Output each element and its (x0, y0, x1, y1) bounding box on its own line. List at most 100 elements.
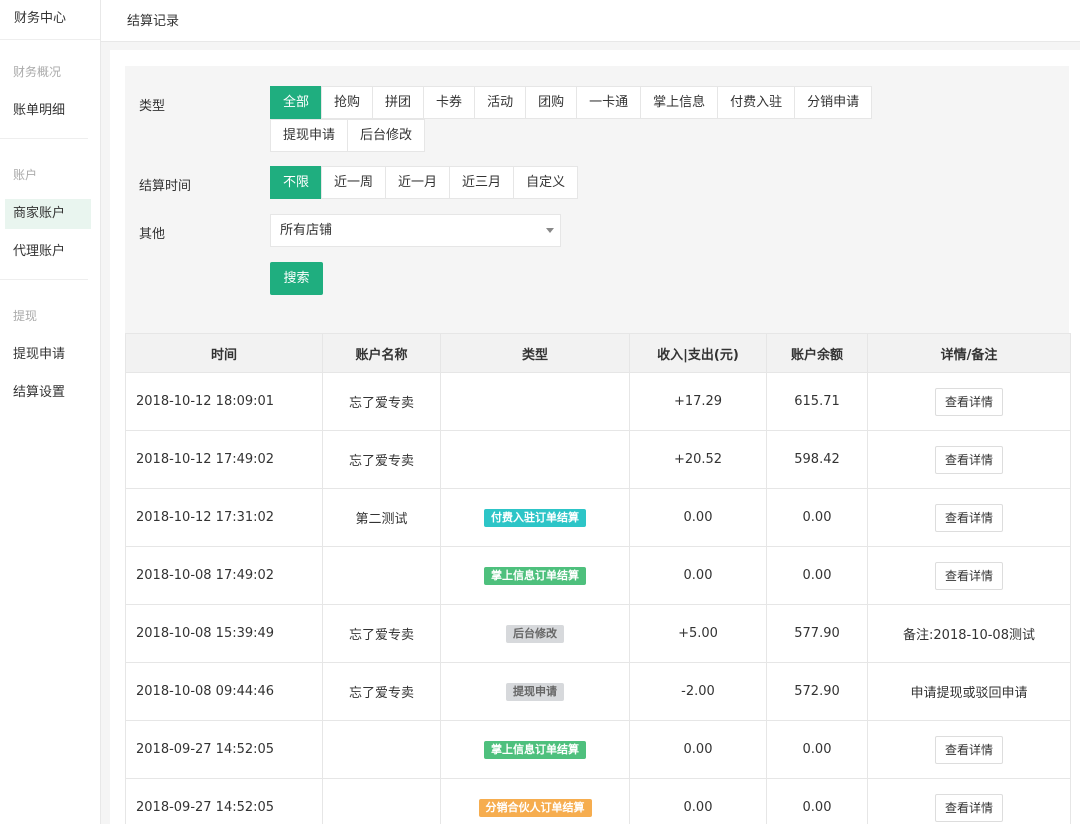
cell-balance: 0.00 (766, 488, 868, 547)
cell-time: 2018-10-08 15:39:49 (125, 604, 323, 663)
cell-balance: 615.71 (766, 372, 868, 431)
column-header-balance: 账户余额 (766, 333, 868, 373)
sidebar-divider (0, 279, 88, 280)
time-filter-label: 结算时间 (139, 179, 192, 194)
view-detail-button[interactable]: 查看详情 (934, 561, 1003, 590)
type-badge: 掌上信息订单结算 (484, 740, 586, 759)
table-row: 2018-10-12 17:31:02 第二测试 付费入驻订单结算 0.00 0.00 查… (125, 488, 1071, 547)
cell-time: 2018-10-12 17:31:02 (125, 488, 323, 547)
sidebar-item[interactable]: 商家账户 (5, 199, 91, 229)
sidebar-divider (0, 138, 88, 139)
sidebar-item[interactable]: 账单明细 (5, 96, 91, 126)
type-option-button[interactable]: 全部 (270, 86, 323, 119)
page-header: 结算记录 (101, 0, 1080, 42)
type-filter-options: 全部 抢购 拼团 卡券 活动 团购 一卡通 掌上信息 付费入驻 分销申请提现申请 后台修改 (270, 86, 890, 152)
cell-amount: +5.00 (629, 604, 767, 663)
cell-account (322, 720, 441, 779)
view-detail-button[interactable]: 查看详情 (934, 793, 1003, 822)
cell-detail: 备注:2018-10-08测试 (867, 604, 1071, 663)
type-option-button[interactable]: 一卡通 (576, 86, 642, 119)
page-title: 结算记录 (127, 14, 180, 29)
type-option-button[interactable]: 分销申请 (794, 86, 873, 119)
cell-type (440, 372, 630, 431)
time-filter-options: 不限 近一周 近一月 近三月 自定义 (270, 166, 579, 199)
cell-amount: 0.00 (629, 546, 767, 605)
cell-account: 忘了爱专卖 (322, 372, 441, 431)
table-row: 2018-10-08 17:49:02 掌上信息订单结算 0.00 0.00 查看详情 (125, 546, 1071, 605)
view-detail-button[interactable]: 查看详情 (934, 503, 1003, 532)
sidebar-item[interactable]: 代理账户 (5, 237, 91, 267)
column-header-amount: 收入|支出(元) (629, 333, 767, 373)
cell-detail: 查看详情 (867, 720, 1071, 779)
cell-time: 2018-09-27 14:52:05 (125, 720, 323, 779)
cell-type: 掌上信息订单结算 (440, 546, 630, 605)
cell-account: 第二测试 (322, 488, 441, 547)
cell-balance: 0.00 (766, 778, 868, 824)
cell-detail: 查看详情 (867, 488, 1071, 547)
type-option-button[interactable]: 卡券 (423, 86, 476, 119)
type-filter-label: 类型 (139, 99, 166, 114)
sidebar-groups: 财务概况 账单明细 账户 商家账户 代理账户 提现 提现申请 结算设置 (0, 62, 100, 408)
cell-type: 后台修改 (440, 604, 630, 663)
time-option-button[interactable]: 近一月 (385, 166, 451, 199)
column-header-type: 类型 (440, 333, 630, 373)
cell-balance: 0.00 (766, 546, 868, 605)
type-option-button[interactable]: 活动 (474, 86, 527, 119)
column-header-account: 账户名称 (322, 333, 441, 373)
cell-type: 付费入驻订单结算 (440, 488, 630, 547)
cell-amount: -2.00 (629, 662, 767, 721)
cell-detail: 查看详情 (867, 546, 1071, 605)
cell-balance: 0.00 (766, 720, 868, 779)
type-option-button[interactable]: 团购 (525, 86, 578, 119)
cell-time: 2018-10-12 17:49:02 (125, 430, 323, 489)
table-header-row: 时间 账户名称 类型 收入|支出(元) 账户余额 详情/备注 (125, 333, 1071, 373)
table-row: 2018-10-12 18:09:01 忘了爱专卖 +17.29 615.71 查看详情 (125, 372, 1071, 431)
cell-type: 掌上信息订单结算 (440, 720, 630, 779)
time-option-button[interactable]: 不限 (270, 166, 323, 199)
cell-account (322, 546, 441, 605)
type-badge: 分销合伙人订单结算 (478, 798, 592, 817)
view-detail-button[interactable]: 查看详情 (934, 445, 1003, 474)
cell-amount: +17.29 (629, 372, 767, 431)
sidebar-group-label: 财务概况 (13, 65, 62, 79)
cell-detail: 查看详情 (867, 778, 1071, 824)
detail-note: 申请提现或驳回申请 (910, 686, 1028, 701)
cell-time: 2018-10-08 17:49:02 (125, 546, 323, 605)
table-row: 2018-09-27 14:52:05 掌上信息订单结算 0.00 0.00 查看详情 (125, 720, 1071, 779)
table-row: 2018-10-12 17:49:02 忘了爱专卖 +20.52 598.42 查看详情 (125, 430, 1071, 489)
type-option-button[interactable]: 后台修改 (347, 119, 426, 152)
table-row: 2018-10-08 15:39:49 忘了爱专卖 后台修改 +5.00 577.90 备… (125, 604, 1071, 663)
settlement-table: 时间 账户名称 类型 收入|支出(元) 账户余额 详情/备注 2018-10-1… (125, 333, 1071, 824)
sidebar: 财务中心 财务概况 账单明细 账户 商家账户 代理账户 提现 提现申请 结算设置 (0, 0, 101, 824)
cell-amount: 0.00 (629, 488, 767, 547)
type-option-button[interactable]: 拼团 (372, 86, 425, 119)
time-option-button[interactable]: 近三月 (449, 166, 515, 199)
search-button[interactable]: 搜索 (270, 262, 323, 295)
cell-type (440, 430, 630, 489)
type-option-button[interactable]: 提现申请 (270, 119, 349, 152)
cell-type: 提现申请 (440, 662, 630, 721)
cell-account: 忘了爱专卖 (322, 662, 441, 721)
cell-balance: 598.42 (766, 430, 868, 489)
sidebar-group-label: 提现 (13, 309, 38, 323)
cell-detail: 查看详情 (867, 430, 1071, 489)
cell-amount: 0.00 (629, 778, 767, 824)
type-badge: 提现申请 (506, 682, 564, 701)
view-detail-button[interactable]: 查看详情 (934, 387, 1003, 416)
sidebar-item[interactable]: 提现申请 (5, 340, 91, 370)
time-option-button[interactable]: 近一周 (321, 166, 387, 199)
cell-time: 2018-10-08 09:44:46 (125, 662, 323, 721)
caret-down-icon (546, 228, 554, 233)
time-option-button[interactable]: 自定义 (513, 166, 579, 199)
sidebar-item[interactable]: 结算设置 (5, 378, 91, 408)
cell-amount: +20.52 (629, 430, 767, 489)
type-option-button[interactable]: 付费入驻 (717, 86, 796, 119)
type-option-button[interactable]: 抢购 (321, 86, 374, 119)
view-detail-button[interactable]: 查看详情 (934, 735, 1003, 764)
type-option-button[interactable]: 掌上信息 (640, 86, 719, 119)
main-content: 类型 全部 抢购 拼团 卡券 活动 团购 一卡通 掌上信息 付费入驻 分销申请 提现申请 后台修改 结… (110, 50, 1080, 824)
store-select-value: 所有店铺 (280, 223, 333, 238)
store-select[interactable]: 所有店铺 (270, 214, 561, 247)
column-header-time: 时间 (125, 333, 323, 373)
cell-balance: 572.90 (766, 662, 868, 721)
